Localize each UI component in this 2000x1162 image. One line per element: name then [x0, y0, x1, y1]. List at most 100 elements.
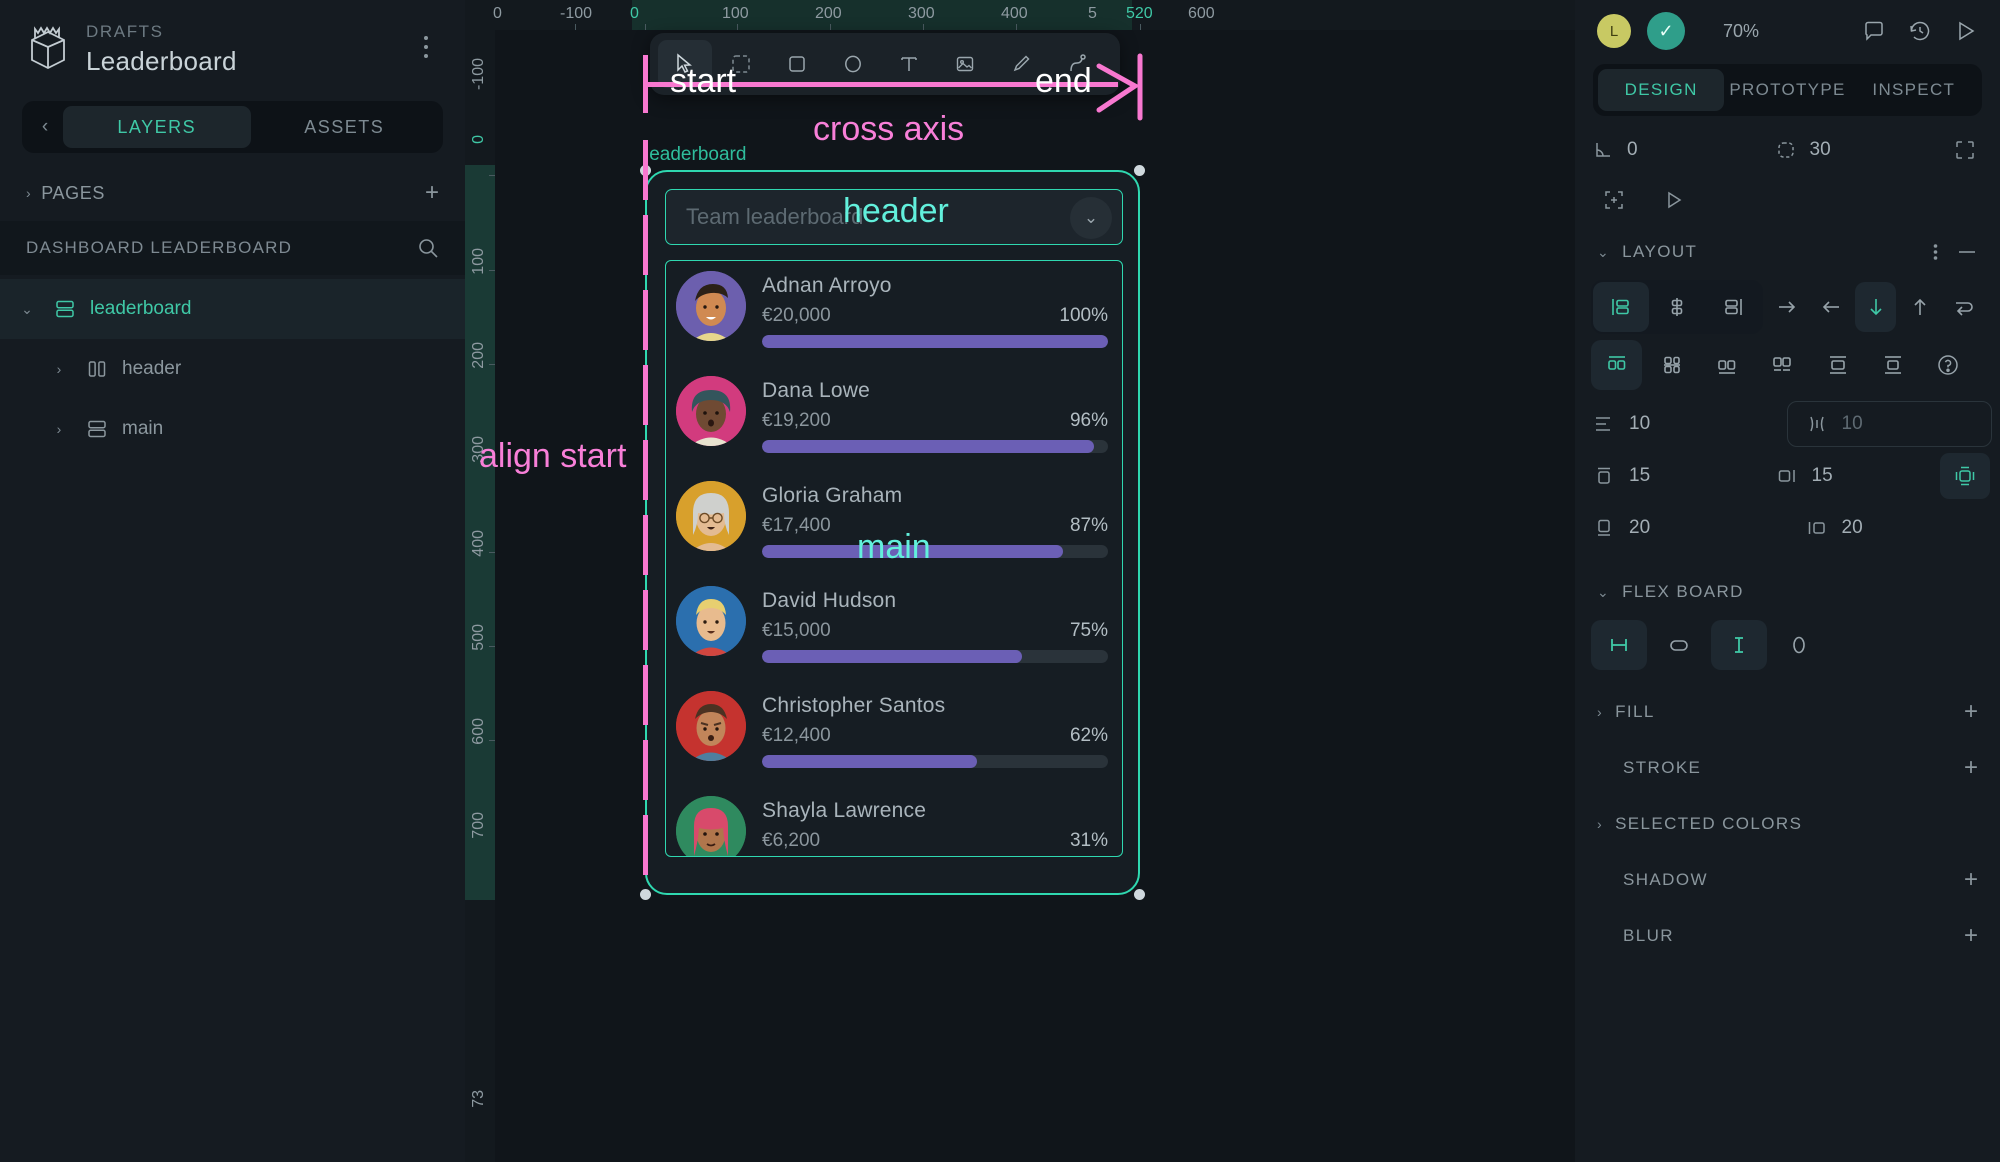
section-selected-colors[interactable]: › SELECTED COLORS — [1575, 796, 2000, 852]
section-blur[interactable]: BLUR + — [1575, 908, 2000, 964]
tab-assets[interactable]: ASSETS — [251, 106, 439, 148]
section-shadow[interactable]: SHADOW + — [1575, 852, 2000, 908]
space-between-icon[interactable] — [1757, 340, 1808, 390]
direction-left-icon[interactable] — [1811, 282, 1851, 332]
ellipse-icon[interactable] — [826, 40, 880, 88]
scale-icon[interactable] — [714, 40, 768, 88]
resize-handle-br[interactable] — [1134, 889, 1145, 900]
wrap-icon[interactable] — [1944, 282, 1984, 332]
align-left-icon[interactable] — [1593, 282, 1649, 332]
canvas[interactable]: 0 -100 0 100 200 300 400 5 520 600 -100 … — [465, 0, 1575, 1162]
zoom-level[interactable]: 70% — [1723, 21, 1759, 42]
avatar[interactable]: L — [1597, 14, 1631, 48]
pages-section-header[interactable]: › PAGES + — [0, 165, 465, 221]
progress-track — [762, 440, 1108, 453]
text-baseline-icon[interactable] — [1711, 620, 1767, 670]
resize-handle-bl[interactable] — [640, 889, 651, 900]
chevron-right-icon[interactable]: › — [46, 421, 72, 437]
layout-section-header[interactable]: ⌄ LAYOUT — [1575, 224, 2000, 280]
gap-horizontal-field[interactable]: 10 — [1786, 401, 1992, 447]
help-icon[interactable] — [1923, 340, 1974, 390]
add-page-icon[interactable]: + — [425, 181, 439, 205]
leaderboard-row[interactable]: David Hudson €15,000 75% — [666, 576, 1122, 681]
play-small-icon[interactable] — [1649, 177, 1699, 223]
player-name: Dana Lowe — [762, 379, 871, 402]
section-fill[interactable]: › FILL + — [1575, 684, 2000, 740]
curve-icon[interactable] — [1050, 40, 1104, 88]
padding-bottom-field[interactable]: 20 — [1575, 505, 1788, 551]
justify-start-icon[interactable] — [1591, 340, 1643, 390]
resize-to-fit-icon[interactable] — [1589, 177, 1639, 223]
present-play-icon[interactable] — [1954, 19, 1978, 43]
direction-right-icon[interactable] — [1767, 282, 1807, 332]
leaderboard-row[interactable]: Christopher Santos €12,400 62% — [666, 681, 1122, 786]
section-stroke[interactable]: STROKE + — [1575, 740, 2000, 796]
progress-fill — [762, 545, 1064, 558]
independent-corners-icon[interactable] — [1940, 127, 1990, 173]
board-main[interactable]: Adnan Arroyo €20,000 100% Dana Lowe €19,… — [665, 260, 1123, 857]
rectangle-icon[interactable] — [770, 40, 824, 88]
history-icon[interactable] — [1908, 19, 1932, 43]
leaderboard-row[interactable]: Shayla Lawrence €6,200 31% — [666, 786, 1122, 856]
layer-item-header[interactable]: › header — [0, 339, 465, 399]
layer-item-main[interactable]: › main — [0, 399, 465, 459]
chevron-down-icon[interactable]: ⌄ — [14, 301, 40, 318]
direction-down-icon[interactable] — [1855, 282, 1896, 332]
padding-all-sides-icon[interactable] — [1940, 453, 1990, 499]
add-stroke-icon[interactable]: + — [1964, 756, 1978, 780]
fixed-width-icon[interactable] — [1591, 620, 1647, 670]
add-shadow-icon[interactable]: + — [1964, 868, 1978, 892]
horizontal-ruler[interactable]: 0 -100 0 100 200 300 400 5 520 600 — [465, 0, 1575, 30]
file-menu-icon[interactable] — [413, 32, 439, 62]
tab-design[interactable]: DESIGN — [1598, 69, 1725, 111]
baseline-align-icon[interactable] — [1867, 340, 1918, 390]
add-fill-icon[interactable]: + — [1964, 700, 1978, 724]
chevron-down-icon[interactable]: ⌄ — [1070, 197, 1112, 239]
rotation-field[interactable]: 0 — [1575, 127, 1758, 173]
justify-end-icon[interactable] — [1702, 340, 1753, 390]
tab-layers[interactable]: LAYERS — [63, 106, 251, 148]
page-item-dashboard-leaderboard[interactable]: DASHBOARD LEADERBOARD — [0, 221, 465, 275]
flex-board-section-header[interactable]: ⌄ FLEX BOARD — [1575, 564, 2000, 620]
ruler-h-tick-label: 520 — [1126, 5, 1153, 22]
layer-label: leaderboard — [90, 298, 192, 319]
frame-icon — [52, 299, 78, 319]
vertical-ruler[interactable]: -100 0 100 200 300 400 500 600 700 73 — [465, 30, 495, 1162]
chevron-right-icon[interactable]: › — [46, 361, 72, 377]
gap-horizontal-value: 10 — [1841, 413, 1863, 434]
justify-center-icon[interactable] — [1646, 340, 1697, 390]
padding-left-field[interactable]: 20 — [1788, 505, 2000, 551]
tab-prototype[interactable]: PROTOTYPE — [1724, 69, 1850, 111]
zero-value-icon[interactable] — [1771, 620, 1827, 670]
leaderboard-board[interactable]: Team leaderboard ⌄ Adnan Arroyo €20,000 … — [645, 170, 1140, 895]
board-name-label[interactable]: leaderboard — [645, 144, 746, 166]
gap-vertical-field[interactable]: 10 — [1575, 401, 1779, 447]
align-center-horizontal-icon[interactable] — [1649, 282, 1705, 332]
search-icon[interactable] — [417, 237, 439, 259]
direction-up-icon[interactable] — [1900, 282, 1940, 332]
tab-inspect[interactable]: INSPECT — [1851, 69, 1977, 111]
board-header[interactable]: Team leaderboard ⌄ — [665, 189, 1123, 245]
text-icon[interactable] — [882, 40, 936, 88]
layout-options-icon[interactable] — [1933, 242, 1938, 262]
app-logo-icon[interactable] — [26, 26, 70, 72]
padding-right-field[interactable]: 15 — [1758, 453, 1941, 499]
pen-icon[interactable] — [994, 40, 1048, 88]
back-chevron-icon[interactable]: ‹ — [27, 116, 63, 138]
resize-handle-tr[interactable] — [1134, 165, 1145, 176]
image-icon[interactable] — [938, 40, 992, 88]
layer-item-leaderboard[interactable]: ⌄ leaderboard — [0, 279, 465, 339]
align-right-icon[interactable] — [1705, 282, 1761, 332]
leaderboard-row[interactable]: Dana Lowe €19,200 96% — [666, 366, 1122, 471]
layout-remove-icon[interactable] — [1956, 242, 1978, 262]
check-icon[interactable]: ✓ — [1647, 12, 1685, 50]
hug-contents-icon[interactable] — [1651, 620, 1707, 670]
leaderboard-row[interactable]: Gloria Graham €17,400 87% — [666, 471, 1122, 576]
padding-top-field[interactable]: 15 — [1575, 453, 1758, 499]
comment-icon[interactable] — [1862, 19, 1886, 43]
space-around-icon[interactable] — [1812, 340, 1863, 390]
add-blur-icon[interactable]: + — [1964, 924, 1978, 948]
corner-radius-field[interactable]: 30 — [1758, 127, 1941, 173]
leaderboard-row[interactable]: Adnan Arroyo €20,000 100% — [666, 261, 1122, 366]
cursor-icon[interactable] — [658, 40, 712, 88]
